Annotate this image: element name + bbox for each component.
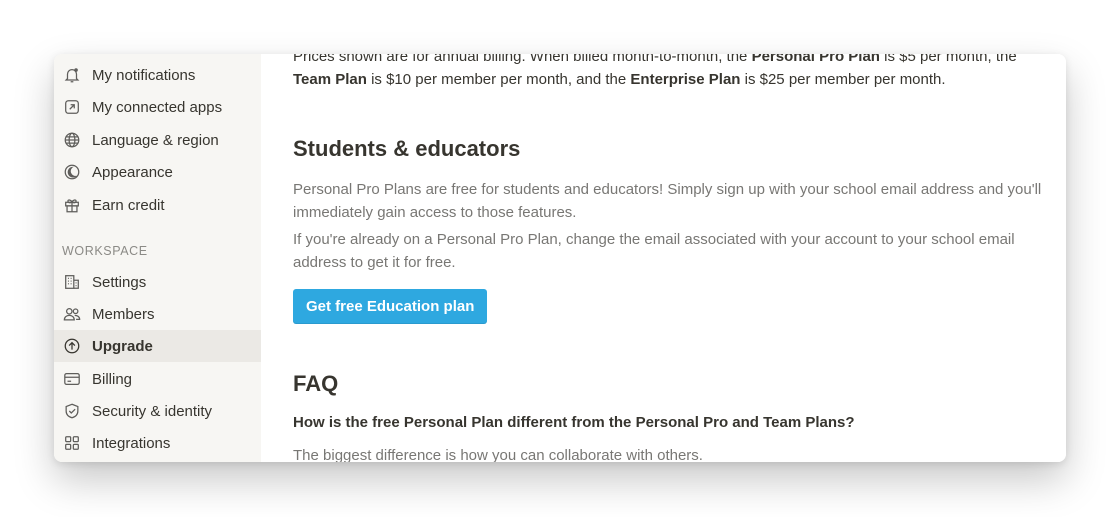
sidebar-item-upgrade[interactable]: Upgrade xyxy=(54,330,261,362)
building-icon xyxy=(62,272,82,292)
pricing-note: Prices shown are for annual billing. Whe… xyxy=(293,54,1017,88)
sidebar-item-language-region[interactable]: Language & region xyxy=(54,124,261,156)
sidebar-item-label: Language & region xyxy=(92,131,219,149)
credit-card-icon xyxy=(62,369,82,389)
sidebar-item-label: Settings xyxy=(92,273,147,291)
globe-icon xyxy=(62,130,82,150)
sidebar-item-my-notifications[interactable]: My notifications xyxy=(54,59,261,91)
arrow-up-right-box-icon xyxy=(62,97,82,117)
sidebar-item-label: Integrations xyxy=(92,434,171,452)
sidebar-item-label: My notifications xyxy=(92,66,196,84)
shield-check-icon xyxy=(62,401,82,421)
workspace-section-header: WORKSPACE xyxy=(62,244,148,258)
sidebar-item-security-identity[interactable]: Security & identity xyxy=(54,395,261,427)
sidebar-item-label: My connected apps xyxy=(92,98,223,116)
settings-window: My notifications My connected apps Langu… xyxy=(54,54,1066,462)
students-paragraph-2: If you're already on a Personal Pro Plan… xyxy=(293,231,1015,271)
sidebar-item-earn-credit[interactable]: Earn credit xyxy=(54,189,261,221)
sidebar-item-label: Appearance xyxy=(92,163,173,181)
sidebar-item-label: Upgrade xyxy=(92,337,153,355)
sidebar-item-label: Earn credit xyxy=(92,196,165,214)
sidebar-item-members[interactable]: Members xyxy=(54,298,261,330)
sidebar-item-billing[interactable]: Billing xyxy=(54,363,261,395)
people-icon xyxy=(62,304,82,324)
gift-icon xyxy=(62,195,82,215)
faq-answer: The biggest difference is how you can co… xyxy=(293,447,703,462)
sidebar-item-settings[interactable]: Settings xyxy=(54,266,261,298)
sidebar-item-appearance[interactable]: Appearance xyxy=(54,156,261,188)
sidebar-item-label: Billing xyxy=(92,370,133,388)
students-heading: Students & educators xyxy=(293,136,521,161)
grid-icon xyxy=(62,433,82,453)
sidebar-item-label: Security & identity xyxy=(92,402,213,420)
faq-question: How is the free Personal Plan different … xyxy=(293,414,855,431)
get-free-education-plan-button[interactable]: Get free Education plan xyxy=(293,289,488,324)
faq-heading: FAQ xyxy=(293,371,339,396)
sidebar-item-my-connected-apps[interactable]: My connected apps xyxy=(54,91,261,123)
arrow-up-circle-icon xyxy=(62,336,82,356)
sidebar-item-integrations[interactable]: Integrations xyxy=(54,427,261,459)
bell-icon xyxy=(62,65,82,85)
upgrade-content: Prices shown are for annual billing. Whe… xyxy=(261,54,1066,462)
sidebar-item-label: Members xyxy=(92,305,155,323)
half-moon-icon xyxy=(62,162,82,182)
settings-sidebar: My notifications My connected apps Langu… xyxy=(54,54,261,462)
students-paragraph-1: Personal Pro Plans are free for students… xyxy=(293,181,1042,221)
